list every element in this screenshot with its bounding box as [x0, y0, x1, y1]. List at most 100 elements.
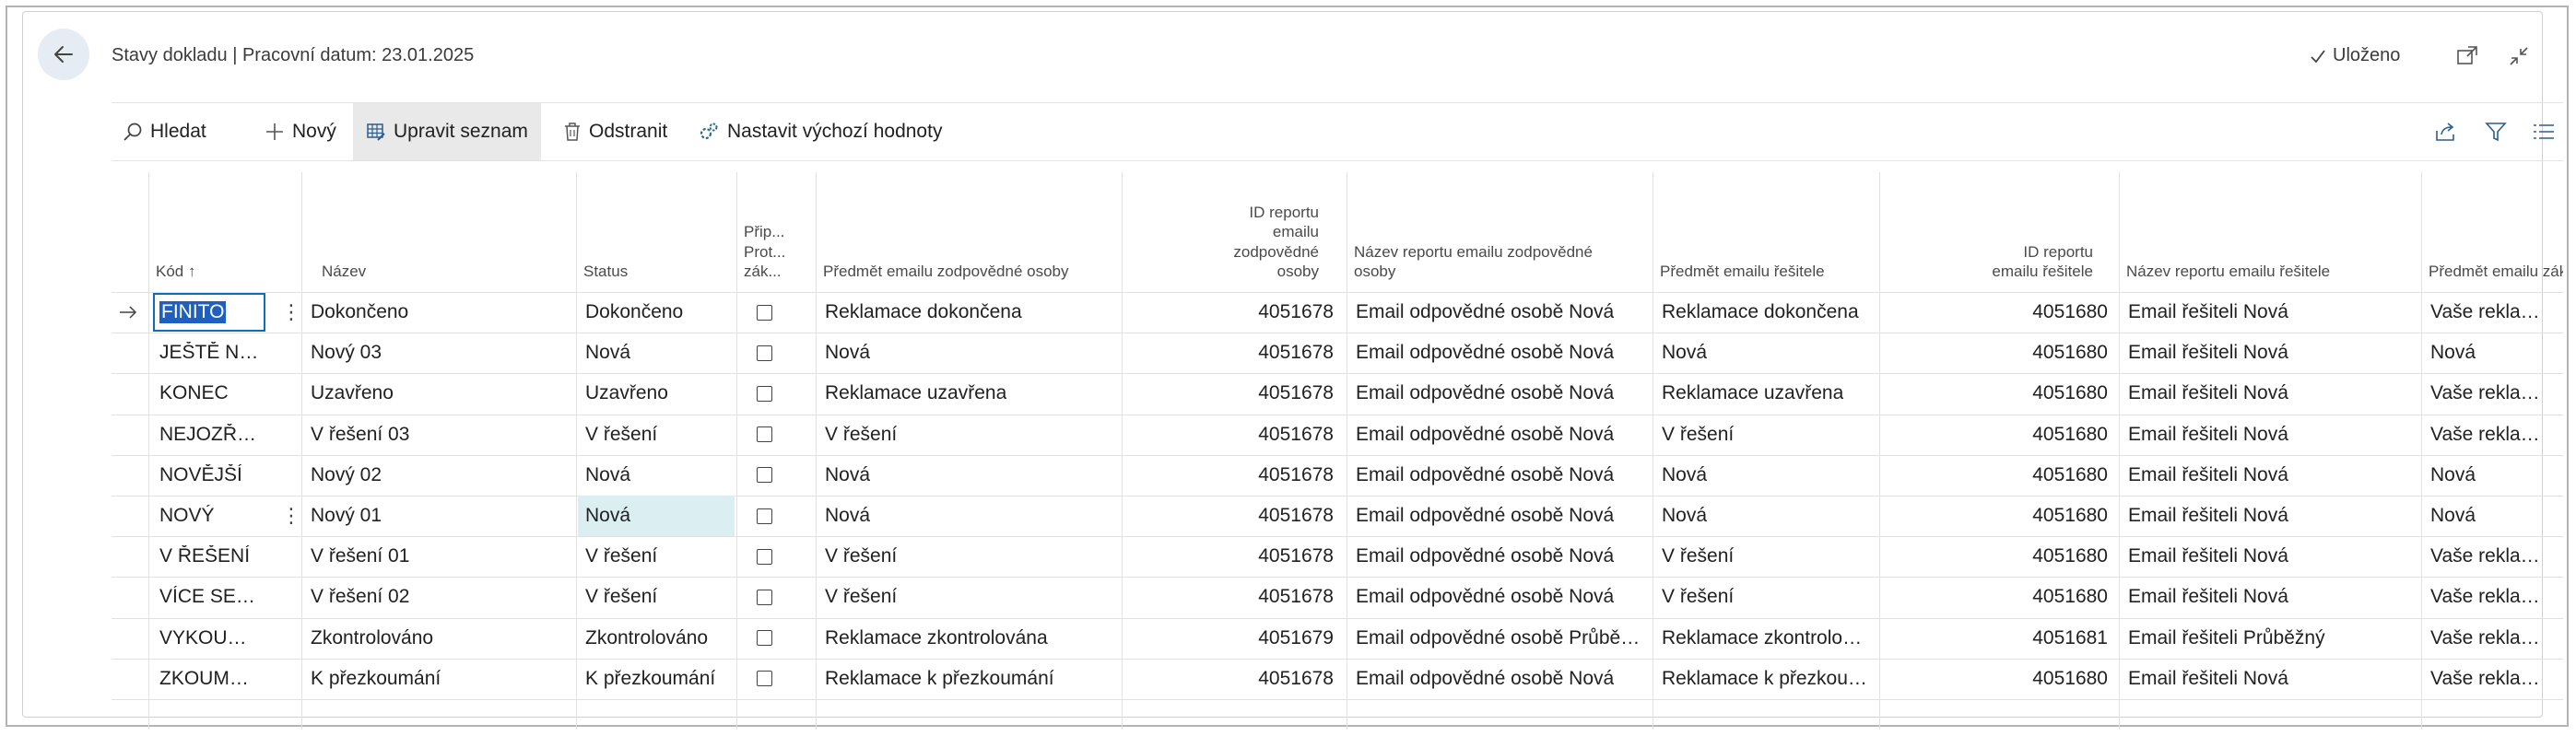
cell-solver-id[interactable]: 4051680 — [1881, 455, 2115, 496]
cell-resp-subject[interactable]: Nová — [817, 455, 1120, 496]
list-view-icon[interactable] — [2532, 120, 2556, 144]
checkbox-attach[interactable] — [738, 496, 814, 536]
cell-customer-subject[interactable]: Nová — [2423, 333, 2563, 373]
search-button[interactable]: Hledat — [123, 103, 206, 160]
checkbox-attach[interactable] — [738, 659, 814, 699]
cell-status[interactable]: Zkontrolováno — [578, 618, 735, 659]
cell-code[interactable]: JEŠTĚ NOVĚJŠÍ — [152, 333, 266, 373]
cell-resp-subject[interactable]: Reklamace uzavřena — [817, 373, 1120, 414]
cell-status[interactable]: V řešení — [578, 536, 735, 577]
cell-customer-subject[interactable]: Vaše reklamace byla uzavřena — [2423, 373, 2563, 414]
cell-customer-subject[interactable]: Vaše reklamace je nyní v řešení — [2423, 415, 2563, 455]
column-header-status[interactable]: Status — [583, 172, 703, 292]
cell-solver-subject[interactable]: Reklamace zkontrolována — [1654, 618, 1877, 659]
cell-resp-id[interactable]: 4051678 — [1123, 659, 1341, 699]
cell-status[interactable]: K přezkoumání — [578, 659, 735, 699]
cell-solver-id[interactable]: 4051680 — [1881, 292, 2115, 333]
cell-resp-subject[interactable]: Nová — [817, 496, 1120, 536]
cell-name[interactable]: Nový 02 — [303, 455, 574, 496]
cell-resp-report[interactable]: Email odpovědné osobě Nová — [1348, 536, 1651, 577]
cell-solver-subject[interactable]: V řešení — [1654, 536, 1877, 577]
collapse-icon[interactable] — [2508, 45, 2530, 67]
cell-solver-subject[interactable]: Reklamace k přezkoumání — [1654, 659, 1877, 699]
cell-solver-subject[interactable]: Nová — [1654, 496, 1877, 536]
cell-name[interactable]: V řešení 03 — [303, 415, 574, 455]
cell-resp-subject[interactable]: Reklamace zkontrolována — [817, 618, 1120, 659]
cell-resp-report[interactable]: Email odpovědné osobě Nová — [1348, 577, 1651, 617]
table-row[interactable]: V ŘEŠENÍ V řešení 01 V řešení V řešení 40516… — [112, 536, 2563, 577]
cell-resp-subject[interactable]: V řešení — [817, 577, 1120, 617]
table-row[interactable]: VÍCE SE ŘEŠÍ V řešení 02 V řešení V řešení 4… — [112, 577, 2563, 617]
column-header-resp-subject[interactable]: Předmět emailu zodpovědné osoby — [823, 172, 1127, 292]
cell-solver-subject[interactable]: Nová — [1654, 455, 1877, 496]
cell-resp-id[interactable]: 4051678 — [1123, 415, 1341, 455]
cell-resp-report[interactable]: Email odpovědné osobě Nová — [1348, 415, 1651, 455]
cell-solver-report[interactable]: Email řešiteli Nová — [2121, 455, 2419, 496]
cell-customer-subject[interactable]: Vaše reklamace byla dokončena — [2423, 292, 2563, 333]
cell-name[interactable]: Nový 03 — [303, 333, 574, 373]
table-row[interactable]: NOVÝ Nový 01 Nová Nová 4051678 Email odpovědn… — [112, 496, 2563, 536]
column-header-solver-report-id[interactable]: ID reportu emailu řešitele — [1909, 172, 2093, 292]
cell-customer-subject[interactable]: Nová — [2423, 496, 2563, 536]
cell-resp-report[interactable]: Email odpovědné osobě Nová — [1348, 333, 1651, 373]
checkbox-attach[interactable] — [738, 415, 814, 455]
cell-solver-report[interactable]: Email řešiteli Průběžný — [2121, 618, 2419, 659]
cell-solver-id[interactable]: 4051680 — [1881, 496, 2115, 536]
table-row[interactable]: FINITO Dokončeno Dokončeno Reklamace dokonč… — [112, 292, 2563, 333]
checkbox-attach[interactable] — [738, 333, 814, 373]
checkbox-attach[interactable] — [738, 536, 814, 577]
checkbox-attach[interactable] — [738, 373, 814, 414]
cell-resp-id[interactable]: 4051678 — [1123, 373, 1341, 414]
table-row[interactable]: NOVĚJŠÍ Nový 02 Nová Nová 4051678 Email odpov… — [112, 455, 2563, 496]
cell-name[interactable]: Zkontrolováno — [303, 618, 574, 659]
column-header-customer-subject[interactable]: Předmět emailu zákazníka — [2429, 172, 2563, 292]
cell-resp-subject[interactable]: Reklamace k přezkoumání — [817, 659, 1120, 699]
cell-solver-subject[interactable]: Reklamace dokončena — [1654, 292, 1877, 333]
cell-resp-report[interactable]: Email odpovědné osobě Průběžný — [1348, 618, 1651, 659]
cell-solver-subject[interactable]: V řešení — [1654, 415, 1877, 455]
cell-status[interactable]: Dokončeno — [578, 292, 735, 333]
cell-code[interactable]: VÍCE SE ŘEŠÍ — [152, 577, 266, 617]
cell-name[interactable]: Uzavřeno — [303, 373, 574, 414]
back-button[interactable] — [38, 29, 89, 80]
cell-code[interactable]: NOVÝ — [152, 496, 266, 536]
table-row[interactable]: ZKOUMÁNÍ K přezkoumání K přezkoumání Reklam… — [112, 659, 2563, 699]
cell-resp-subject[interactable]: Reklamace dokončena — [817, 292, 1120, 333]
cell-resp-id[interactable]: 4051678 — [1123, 455, 1341, 496]
cell-customer-subject[interactable]: Vaše reklamace je nyní v řešení — [2423, 536, 2563, 577]
checkbox-attach[interactable] — [738, 292, 814, 333]
cell-code[interactable]: FINITO — [152, 292, 266, 333]
cell-solver-report[interactable]: Email řešiteli Nová — [2121, 415, 2419, 455]
cell-resp-report[interactable]: Email odpovědné osobě Nová — [1348, 496, 1651, 536]
column-header-attachment[interactable]: Přip... Prot... zák... — [744, 172, 808, 292]
cell-resp-subject[interactable]: V řešení — [817, 415, 1120, 455]
cell-solver-report[interactable]: Email řešiteli Nová — [2121, 577, 2419, 617]
cell-solver-id[interactable]: 4051680 — [1881, 415, 2115, 455]
new-button[interactable]: Nový — [265, 103, 336, 160]
column-header-resp-report-id[interactable]: ID reportu emailu zodpovědné osoby — [1135, 172, 1319, 292]
cell-status[interactable]: Nová — [578, 455, 735, 496]
cell-code[interactable]: V ŘEŠENÍ — [152, 536, 266, 577]
cell-name[interactable]: Nový 01 — [303, 496, 574, 536]
cell-code[interactable]: VYKOUMÁNO — [152, 618, 266, 659]
cell-status[interactable]: V řešení — [578, 415, 735, 455]
cell-code[interactable]: NOVĚJŠÍ — [152, 455, 266, 496]
set-defaults-button[interactable]: Nastavit výchozí hodnoty — [698, 103, 942, 160]
table-row[interactable]: VYKOUMÁNO Zkontrolováno Zkontrolováno Rekla… — [112, 618, 2563, 659]
cell-resp-id[interactable]: 4051678 — [1123, 536, 1341, 577]
edit-list-button[interactable]: Upravit seznam — [353, 103, 541, 160]
cell-solver-id[interactable]: 4051680 — [1881, 333, 2115, 373]
cell-name[interactable]: V řešení 01 — [303, 536, 574, 577]
cell-customer-subject[interactable]: Vaše reklamace byla zkontrolována — [2423, 618, 2563, 659]
cell-resp-id[interactable]: 4051678 — [1123, 292, 1341, 333]
cell-resp-report[interactable]: Email odpovědné osobě Nová — [1348, 292, 1651, 333]
open-new-window-icon[interactable] — [2456, 45, 2478, 67]
filter-icon[interactable] — [2484, 120, 2508, 144]
delete-button[interactable]: Odstranit — [563, 103, 667, 160]
row-actions-icon[interactable]: ⋮ — [274, 496, 300, 536]
cell-solver-id[interactable]: 4051680 — [1881, 659, 2115, 699]
cell-resp-subject[interactable]: V řešení — [817, 536, 1120, 577]
cell-solver-report[interactable]: Email řešiteli Nová — [2121, 659, 2419, 699]
column-header-code[interactable]: Kód ↑ — [156, 172, 257, 292]
column-header-name[interactable]: Název — [322, 172, 552, 292]
